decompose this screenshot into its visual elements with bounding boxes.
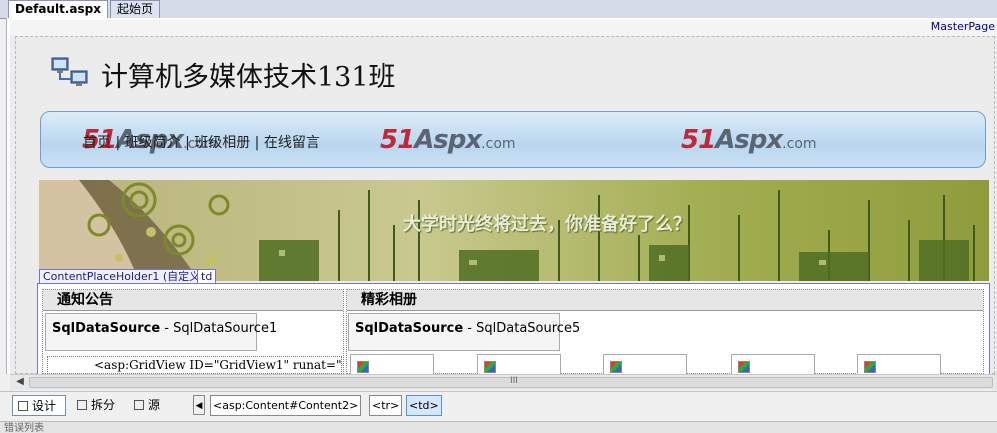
scrollbar-grip: III — [510, 376, 518, 386]
gridview-source-placeholder[interactable]: <asp:GridView ID="GridView1" runat="serv — [47, 356, 342, 374]
content-placeholder-tag[interactable]: ContentPlaceHolder1 (自定义) — [39, 269, 209, 284]
broken-image-icon — [610, 361, 622, 373]
broken-image-icon — [357, 361, 369, 373]
sqldatasource-control[interactable]: SqlDataSource - SqlDataSource1 — [45, 313, 277, 351]
broken-image-icon — [738, 361, 750, 373]
breadcrumb-tr[interactable]: <tr> — [369, 395, 403, 416]
tab-default-aspx[interactable]: Default.aspx — [8, 0, 108, 18]
nav-links[interactable]: 首页 | 班级简介 | 班级相册 | 在线留言 — [83, 132, 320, 152]
site-title: 计算机多媒体技术131班 — [101, 62, 396, 93]
broken-image-icon — [864, 361, 876, 373]
breadcrumb-td[interactable]: <td> — [406, 395, 442, 416]
split-view-icon — [77, 400, 87, 410]
error-list-panel-header[interactable]: 错误列表 — [0, 421, 997, 433]
watermark-logo: 51Aspx.com — [681, 125, 817, 155]
design-view-button[interactable]: 设计 — [12, 395, 66, 416]
notice-heading: 通知公告 — [43, 290, 343, 311]
master-page-label: MasterPage — [930, 20, 995, 33]
split-view-button[interactable]: 拆分 — [72, 395, 120, 416]
broken-image-icon — [484, 361, 496, 373]
master-page-bar — [10, 20, 997, 36]
watermark-logo: 51Aspx.com — [380, 125, 516, 155]
image-placeholder[interactable] — [477, 354, 561, 374]
breadcrumb-scroll-left-icon[interactable]: ◀ — [193, 395, 205, 415]
scroll-left-arrow-icon[interactable]: ◀ — [14, 376, 26, 388]
image-placeholder[interactable] — [603, 354, 687, 374]
network-computers-icon — [51, 57, 89, 89]
breadcrumb-content[interactable]: <asp:Content#Content2> — [210, 395, 362, 416]
source-view-icon — [134, 400, 144, 410]
banner-tagline: 大学时光终将过去，你准备好了么？ — [403, 214, 691, 235]
element-tag-td[interactable]: td — [197, 269, 217, 284]
source-view-button[interactable]: 源 — [129, 395, 169, 416]
image-placeholder[interactable] — [857, 354, 941, 374]
image-placeholder[interactable] — [731, 354, 815, 374]
tab-start-page[interactable]: 起始页 — [110, 0, 161, 18]
image-placeholder[interactable] — [350, 354, 434, 374]
design-view-icon — [18, 401, 28, 411]
photo-heading: 精彩相册 — [347, 290, 983, 311]
sqldatasource-control[interactable]: SqlDataSource - SqlDataSource5 — [348, 313, 580, 351]
